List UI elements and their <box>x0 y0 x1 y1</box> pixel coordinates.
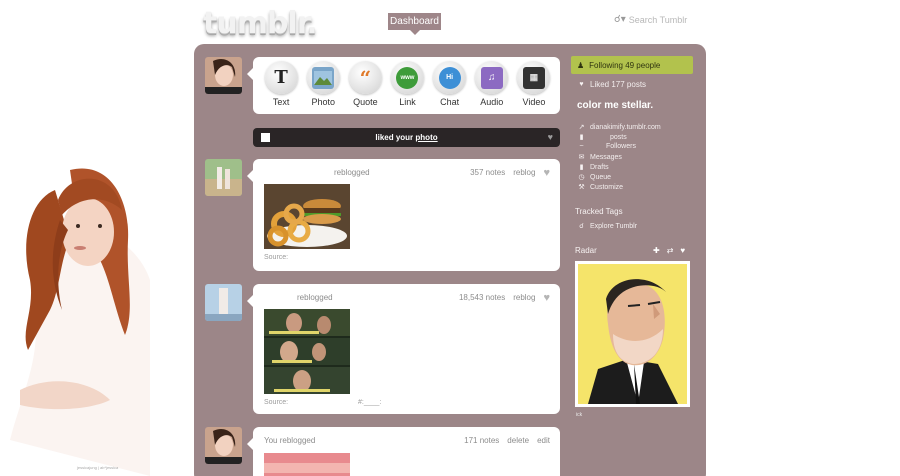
radar-title: Radar <box>575 246 597 255</box>
post-photo-button[interactable]: Photo <box>302 61 344 114</box>
blog-name[interactable]: color me stellar. <box>577 100 653 111</box>
explore-tumblr-link[interactable]: ☌ Explore Tumblr <box>578 222 638 231</box>
sidebar-link-label: Followers <box>606 143 636 150</box>
heart-icon: ♥ <box>579 81 584 88</box>
post-source: Source: <box>264 254 289 261</box>
delete-button[interactable]: delete <box>507 436 529 445</box>
link-post-icon: www <box>396 66 419 89</box>
own-avatar[interactable] <box>205 427 242 464</box>
post-type-label: Chat <box>440 97 460 107</box>
post-type-label: Quote <box>353 97 378 107</box>
post-notes-count[interactable]: 357 notes <box>470 168 505 177</box>
radar-caption[interactable]: ick <box>576 412 582 418</box>
explore-label: Explore Tumblr <box>590 222 638 230</box>
activity-icon: ~ <box>579 143 584 150</box>
post-reblog-label: reblogged <box>297 293 333 302</box>
sidebar-link-blog[interactable]: ↗ dianakimify.tumblr.com <box>578 123 661 132</box>
sidebar-link-label: posts <box>610 133 627 141</box>
post-card: You reblogged 171 notes delete edit <box>247 427 560 476</box>
search-placeholder: Search Tumblr <box>628 14 688 25</box>
post-source: Source: <box>264 399 289 406</box>
external-link-icon: ↗ <box>578 124 585 131</box>
heart-icon: ♥ <box>547 132 553 142</box>
post-chat-button[interactable]: Hi Chat <box>429 61 471 114</box>
post-type-label: Photo <box>311 97 335 107</box>
sidebar-link-label: Drafts <box>590 163 609 171</box>
edit-button[interactable]: edit <box>537 436 550 445</box>
clock-icon: ◷ <box>578 174 585 181</box>
following-label: Following 49 people <box>589 60 661 70</box>
reblog-button[interactable]: reblog <box>513 168 535 177</box>
follow-plus-icon[interactable]: ✚ <box>653 246 660 255</box>
notification-label: liked your <box>375 133 414 142</box>
mail-icon: ✉ <box>578 154 585 161</box>
sidebar-link-posts[interactable]: ▮ posts <box>578 133 627 142</box>
post-card: reblogged 18,543 notes reblog ♥ Source: … <box>247 284 560 414</box>
post-photo-food[interactable] <box>264 184 350 249</box>
dashboard-tab[interactable]: Dashboard <box>388 13 441 35</box>
post-audio-button[interactable]: ♫ Audio <box>471 61 513 114</box>
post-photo-gif[interactable] <box>264 309 350 394</box>
audio-post-icon: ♫ <box>480 66 503 89</box>
liked-posts-link[interactable]: ♥ Liked 177 posts <box>578 80 646 89</box>
user-icon: ♟ <box>577 60 585 70</box>
heart-icon[interactable]: ♥ <box>680 246 685 255</box>
tumblr-logo[interactable]: tumblr. <box>203 6 318 41</box>
reblog-button[interactable]: reblog <box>513 293 535 302</box>
post-text-button[interactable]: T Text <box>260 61 302 114</box>
quote-post-icon: “ <box>359 65 372 90</box>
sidebar-link-queue[interactable]: ◷ Queue <box>578 173 612 182</box>
post-link-button[interactable]: www Link <box>386 61 428 114</box>
liked-posts-label: Liked 177 posts <box>590 80 647 89</box>
post-video-button[interactable]: ▦ Video <box>513 61 555 114</box>
post-notes-count[interactable]: 18,543 notes <box>459 293 505 302</box>
wrench-icon: ⚒ <box>578 184 585 191</box>
chat-post-icon: Hi <box>438 66 461 89</box>
post-quote-button[interactable]: “ Quote <box>344 61 386 114</box>
tracked-tags-title: Tracked Tags <box>575 207 623 216</box>
post-author-avatar[interactable] <box>205 284 242 321</box>
user-avatar[interactable] <box>205 57 242 94</box>
post-photo[interactable] <box>264 453 350 476</box>
like-heart-icon[interactable]: ♥ <box>543 292 550 303</box>
search-icon: ☌ <box>579 223 584 230</box>
following-count-button[interactable]: ♟ Following 49 people <box>571 56 693 74</box>
post-reblog-label: You reblogged <box>264 436 316 445</box>
post-author-avatar[interactable] <box>205 159 242 196</box>
photo-post-icon <box>312 66 335 89</box>
radar-controls: ✚ ⇄ ♥ <box>653 246 685 255</box>
post-type-label: Audio <box>480 97 504 107</box>
sidebar-link-label: Queue <box>590 173 612 181</box>
image-credit: jessicajung | ab*jessica <box>77 465 119 470</box>
notification-photo-link[interactable]: photo <box>415 133 437 142</box>
video-post-icon: ▦ <box>522 66 545 89</box>
notification-text: liked your photo <box>253 133 560 142</box>
post-type-label: Link <box>399 97 416 107</box>
sidebar-link-messages[interactable]: ✉ Messages <box>578 153 622 162</box>
search-icon[interactable]: ☌▾ <box>614 14 626 25</box>
post-tag[interactable]: #:____: <box>358 399 381 406</box>
sidebar-link-followers[interactable]: ~ Followers <box>578 143 636 150</box>
draft-icon: ▮ <box>579 164 584 171</box>
post-reblog-label: reblogged <box>334 168 370 177</box>
sidebar-link-label: Messages <box>590 153 622 161</box>
like-heart-icon[interactable]: ♥ <box>543 167 550 178</box>
search-box[interactable]: ☌▾ Search Tumblr <box>614 14 687 25</box>
background-portrait-image <box>10 168 150 476</box>
post-notes-count[interactable]: 171 notes <box>464 436 499 445</box>
post-type-label: Text <box>272 97 290 107</box>
sidebar-link-label: dianakimify.tumblr.com <box>590 123 661 131</box>
sidebar-link-customize[interactable]: ⚒ Customize <box>578 183 624 192</box>
post-type-label: Video <box>522 97 546 107</box>
sidebar-link-label: Customize <box>590 183 624 191</box>
text-post-icon: T <box>274 67 288 88</box>
post-card: reblogged 357 notes reblog ♥ Source: <box>247 159 560 271</box>
document-icon: ▮ <box>579 134 584 141</box>
post-type-menu: T Text Photo “ Quote www Link Hi Chat ♫ … <box>247 57 560 114</box>
sidebar-link-drafts[interactable]: ▮ Drafts <box>578 163 609 172</box>
like-notification: liked your photo ♥ <box>253 128 560 147</box>
reblog-icon[interactable]: ⇄ <box>667 246 674 255</box>
radar-image[interactable] <box>575 261 690 407</box>
